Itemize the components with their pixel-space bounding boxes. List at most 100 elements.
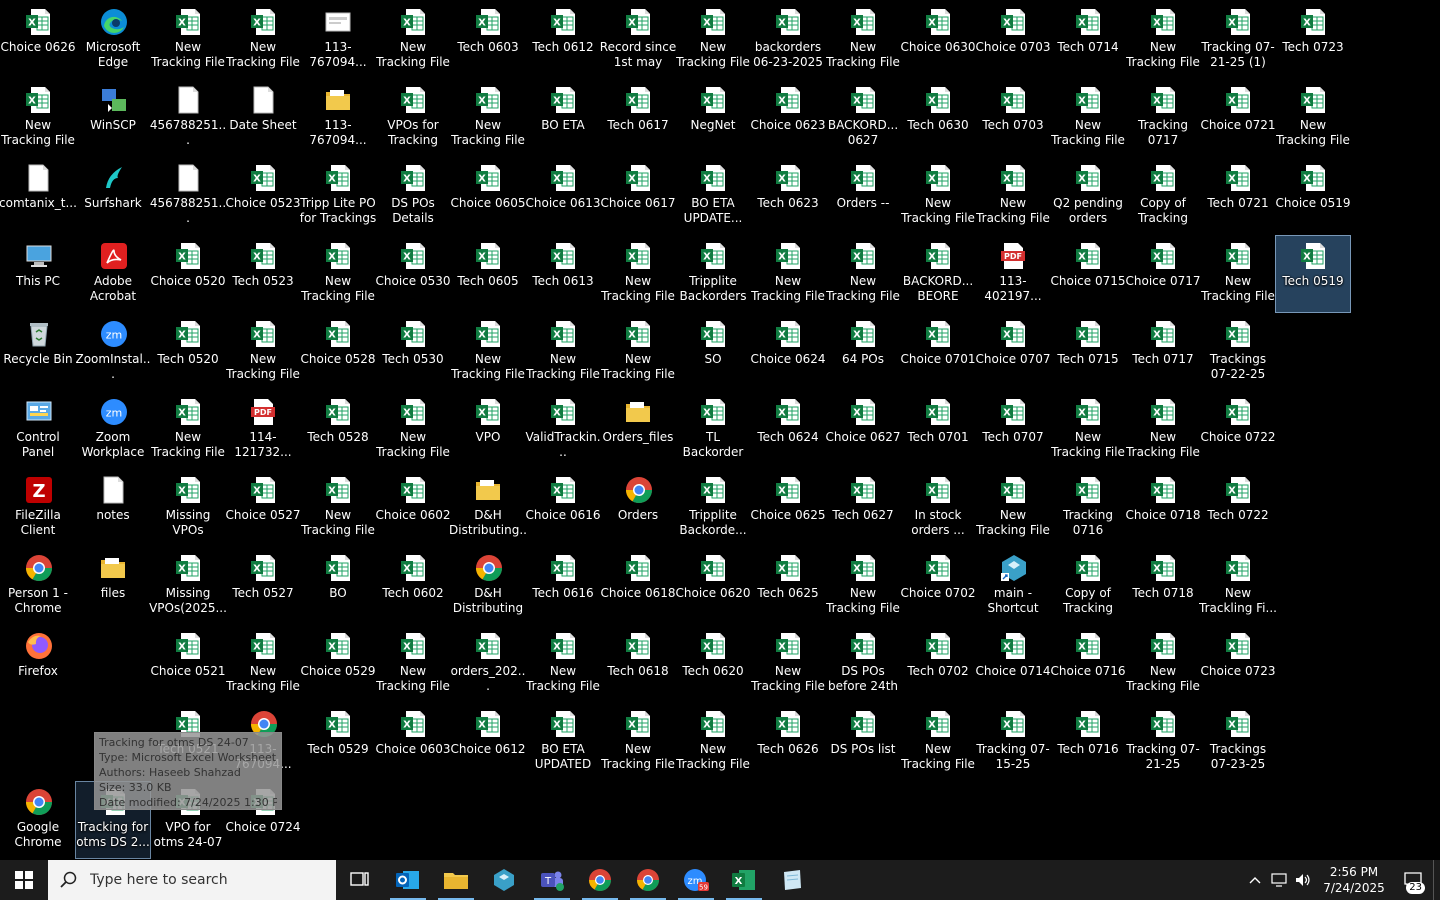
desktop-icon[interactable]: 456788251... xyxy=(150,80,226,156)
desktop-icon[interactable]: PDF 113-402197... xyxy=(976,236,1050,312)
desktop-icon[interactable]: X Choice 0722 xyxy=(1201,392,1276,468)
desktop-icon[interactable]: X New Tracking File 0625 xyxy=(751,626,825,702)
desktop-icon[interactable]: X Choice 0616 xyxy=(526,470,601,546)
desktop-icon[interactable]: X Tech 0703 xyxy=(976,80,1050,156)
desktop-icon[interactable]: X Choice 0530 xyxy=(376,236,451,312)
desktop-icon[interactable]: X Tech 0624 xyxy=(751,392,825,468)
desktop-icon[interactable]: main - Shortcut xyxy=(976,548,1050,624)
desktop-icon[interactable]: X Tech 0715 xyxy=(1051,314,1125,390)
desktop-icon[interactable]: zm Zoom Workplace xyxy=(76,392,150,468)
desktop-icon[interactable]: X Q2 pending orders xyxy=(1051,158,1125,234)
desktop-icon[interactable]: Google Chrome xyxy=(1,782,75,858)
desktop-icon[interactable]: X Tech 0620 xyxy=(676,626,750,702)
desktop-icon[interactable]: X ValidTrackin... xyxy=(525,392,601,468)
desktop-icon[interactable]: X Choice 0625 xyxy=(751,470,826,546)
desktop-icon[interactable]: X Copy of Tracking 07... xyxy=(1051,548,1125,624)
desktop-icon[interactable]: X New Tracking File 0714 xyxy=(1051,80,1125,156)
desktop-icon[interactable]: X Choice 0714 xyxy=(976,626,1051,702)
desktop-icon[interactable]: X Tech 0613 xyxy=(526,236,600,312)
desktop-icon[interactable]: X Choice 0702 xyxy=(901,548,976,624)
desktop-icon[interactable]: X New Tracking File 0723 xyxy=(1276,80,1350,156)
desktop-icon[interactable]: X Choice 0602 xyxy=(376,470,451,546)
desktop-icon[interactable]: X New Tracking File 0715 xyxy=(1051,392,1125,468)
desktop-icon[interactable]: X In stock orders ... xyxy=(901,470,975,546)
desktop-icon[interactable]: X Tech 0527 xyxy=(226,548,300,624)
desktop-icon[interactable]: X Tripplite Backorde... xyxy=(676,470,750,546)
desktop-icon[interactable]: X Tech 0626 xyxy=(751,704,825,780)
desktop-icon[interactable]: X New Tracking File 0523 xyxy=(226,314,300,390)
desktop-icon[interactable]: X Choice 0624 xyxy=(751,314,826,390)
desktop-icon[interactable]: X Choice 0701 xyxy=(901,314,976,390)
desktop-icon[interactable]: X Tech 0701 xyxy=(901,392,975,468)
clock[interactable]: 2:56 PM 7/24/2025 xyxy=(1315,864,1393,896)
desktop-icon[interactable]: Xorders_202... xyxy=(451,626,525,702)
desktop-icon[interactable]: X Tripplite Backorders xyxy=(676,236,750,312)
desktop-icon[interactable]: Orders_files xyxy=(601,392,675,468)
desktop-icon[interactable]: Orders xyxy=(601,470,675,546)
desktop-icon[interactable]: X Choice 0520 xyxy=(151,236,226,312)
desktop-icon[interactable]: X New Tracking File 0616 xyxy=(1,80,75,156)
desktop-icon[interactable]: X New Tracking File 0602 xyxy=(376,626,450,702)
action-center-button[interactable]: 23 xyxy=(1393,860,1433,900)
desktop-icon[interactable]: X Tech 0722 xyxy=(1201,470,1275,546)
desktop-icon[interactable]: X Tech 0623 xyxy=(751,158,825,234)
desktop-icon[interactable]: X Choice 0521 xyxy=(151,626,226,702)
desktop-icon[interactable]: X DS POs Details xyxy=(376,158,450,234)
network-button[interactable] xyxy=(1267,860,1291,900)
taskbar-outlook[interactable] xyxy=(384,860,432,900)
desktop-icon[interactable]: X Choice 0623 xyxy=(751,80,826,156)
desktop-icon[interactable]: X New Tracking File 0521 xyxy=(226,2,300,78)
desktop-icon[interactable]: X Tracking 07-21-25 (1) xyxy=(1201,2,1275,78)
desktop-icon[interactable]: X Tech 0529 xyxy=(301,704,375,780)
desktop-icon[interactable]: X New Tracking File 0624 xyxy=(826,236,900,312)
desktop-icon[interactable]: X Choice 0723 xyxy=(1201,626,1276,702)
show-desktop-button[interactable] xyxy=(1433,860,1440,900)
desktop-icon[interactable]: Control Panel xyxy=(1,392,75,468)
desktop-icon[interactable]: X Tech 0602 xyxy=(376,548,450,624)
desktop-icon[interactable]: X BO ETA xyxy=(526,80,600,156)
desktop-icon[interactable]: X Tech 0630 xyxy=(901,80,975,156)
desktop-icon[interactable]: X Tech 0617 xyxy=(601,80,675,156)
desktop-icon[interactable]: X New Tracking File 0716 xyxy=(1126,2,1200,78)
desktop-icon[interactable]: X Tracking 07-15-25 xyxy=(976,704,1050,780)
desktop-icon[interactable]: X DS POs list xyxy=(826,704,900,780)
desktop-icon[interactable]: X Tech 0717 xyxy=(1126,314,1200,390)
desktop-icon[interactable]: X New Tracking File 0617 xyxy=(601,236,675,312)
desktop-icon[interactable]: 113-767094... xyxy=(301,80,375,156)
taskbar-excel[interactable]: X xyxy=(720,860,768,900)
desktop-icon[interactable]: X New Tracking File 0616 U... xyxy=(526,626,600,702)
desktop-icon[interactable]: X VPO xyxy=(451,392,525,468)
desktop-icon[interactable]: X Choice 0605 xyxy=(451,158,526,234)
desktop-icon[interactable]: X 64 POs xyxy=(826,314,900,390)
desktop-icon[interactable]: X Choice 0715 xyxy=(1051,236,1126,312)
desktop-icon[interactable]: Recycle Bin xyxy=(1,314,75,390)
desktop-icon[interactable]: X New Tracking File 0702 xyxy=(901,704,975,780)
desktop-icon[interactable]: X New Tracking File 0620 xyxy=(676,704,750,780)
desktop-icon[interactable]: Z FileZilla Client xyxy=(1,470,75,546)
desktop-icon[interactable]: X Choice 0529 xyxy=(301,626,376,702)
desktop-icon[interactable]: X New Tracking File 0718 xyxy=(1126,626,1200,702)
desktop-icon[interactable]: X New Tracking File 0613 U... xyxy=(601,314,675,390)
desktop-icon[interactable]: X NegNet xyxy=(676,80,750,156)
desktop-icon[interactable]: X Tech 0523 xyxy=(226,236,300,312)
desktop-icon[interactable]: X Tech 0707 xyxy=(976,392,1050,468)
desktop-icon[interactable]: WinSCP xyxy=(76,80,150,156)
desktop-icon[interactable]: X Tech 0530 xyxy=(376,314,450,390)
desktop-icon[interactable]: X BACKORD... BEORE 23R... xyxy=(901,236,975,312)
desktop-icon[interactable]: X New Trackling Fi... xyxy=(1199,548,1277,624)
desktop-icon[interactable]: X Choice 0603 xyxy=(376,704,451,780)
desktop-icon[interactable]: X Tripp Lite PO for Trackings xyxy=(300,158,376,234)
desktop-icon[interactable]: X Tech 0528 xyxy=(301,392,375,468)
start-button[interactable] xyxy=(0,860,48,900)
desktop-icon[interactable]: X Trackings 07-23-25 xyxy=(1201,704,1275,780)
desktop-icon[interactable]: X Choice 0612 xyxy=(451,704,526,780)
desktop-icon[interactable]: Firefox xyxy=(1,626,75,702)
desktop[interactable]: X Choice 0626 Microsoft Edge X New Tracking … xyxy=(0,0,1440,860)
desktop-icon[interactable]: X Tech 0618 xyxy=(601,626,675,702)
task-view-button[interactable] xyxy=(336,860,384,900)
desktop-icon[interactable]: Xbackorders 06-23-2025 xyxy=(751,2,825,78)
desktop-icon[interactable]: X New Tracking File 0627 xyxy=(826,548,900,624)
taskbar-zoom[interactable]: zm 59 xyxy=(672,860,720,900)
desktop-icon[interactable]: files xyxy=(76,548,150,624)
desktop-icon[interactable]: X Tech 0520 xyxy=(151,314,225,390)
